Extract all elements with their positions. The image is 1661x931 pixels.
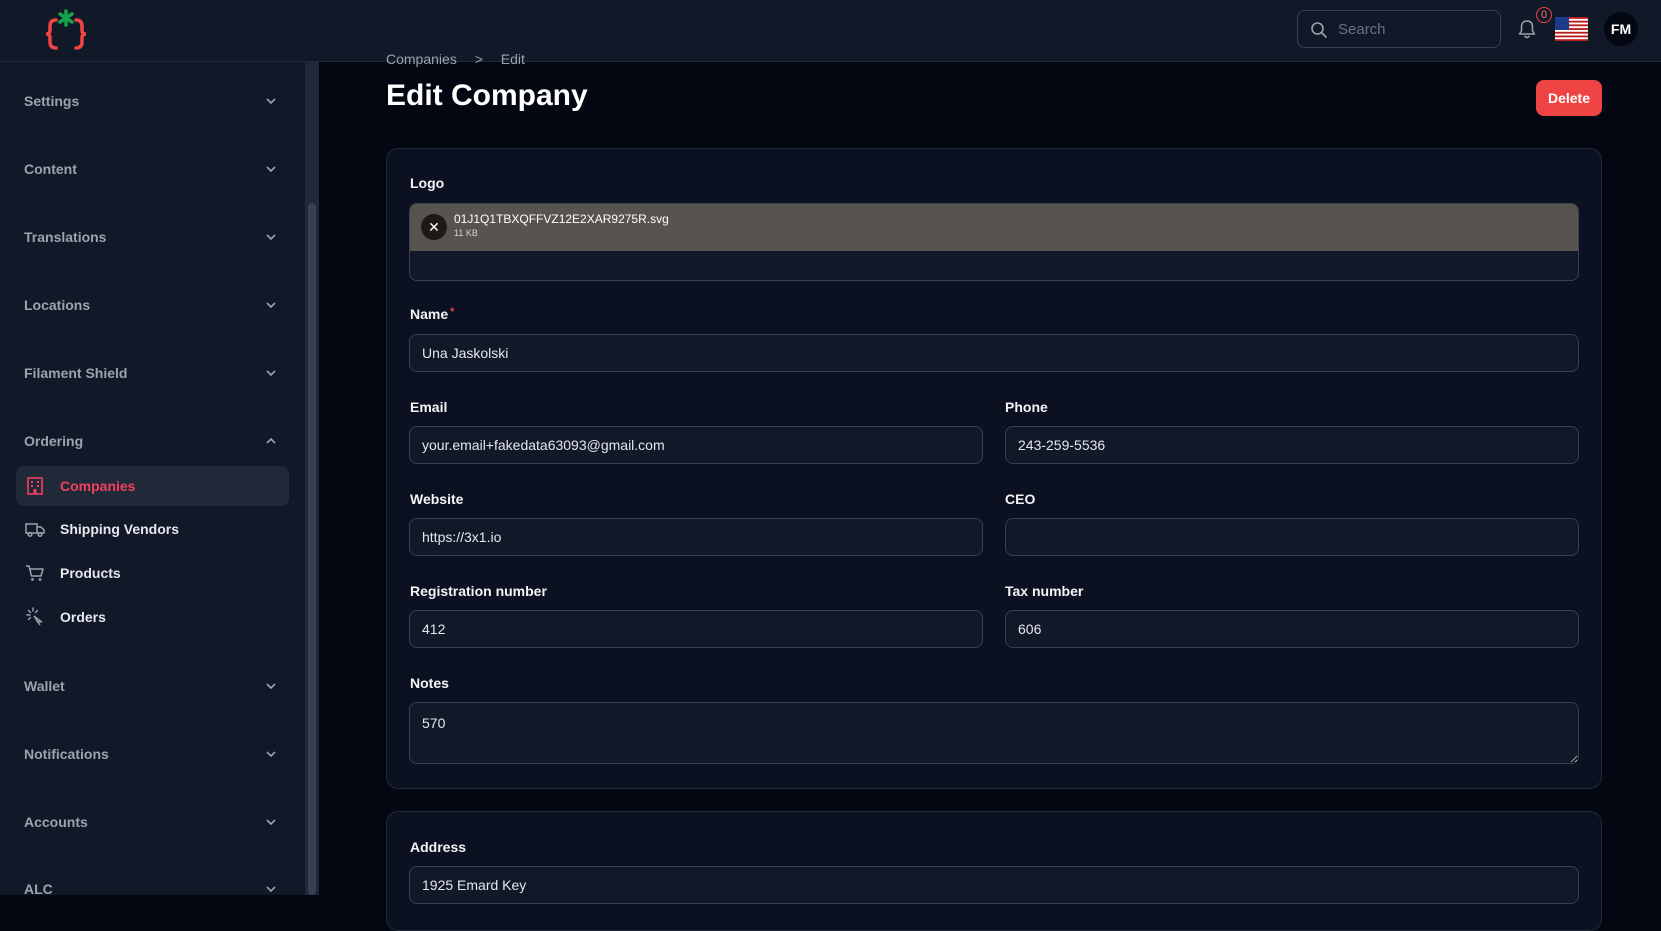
sidebar-scrollbar-thumb[interactable] (308, 203, 316, 895)
address-label: Address (410, 839, 467, 855)
sidebar-group-content[interactable]: Content (24, 157, 279, 181)
chevron-down-icon (266, 683, 276, 690)
tax-number-label: Tax number (1005, 583, 1084, 599)
chevron-up-icon (266, 437, 276, 444)
search-input[interactable] (1338, 11, 1493, 47)
sidebar-group-label: Notifications (24, 746, 109, 762)
sidebar-group-label: Settings (24, 93, 80, 109)
sidebar-group-settings[interactable]: Settings (24, 89, 279, 113)
sidebar-group-label: Content (24, 161, 77, 177)
sidebar-item-orders[interactable]: Orders (16, 597, 289, 637)
sidebar-group-accounts[interactable]: Accounts (24, 810, 279, 834)
search-icon (1311, 22, 1327, 38)
sidebar-group-notifications[interactable]: Notifications (24, 742, 279, 766)
breadcrumb-current: Edit (500, 51, 525, 67)
notes-field[interactable]: 570 (409, 702, 1579, 764)
truck-icon (25, 523, 45, 538)
sidebar-item-label: Shipping Vendors (60, 521, 180, 537)
sidebar-group-locations[interactable]: Locations (24, 293, 279, 317)
name-label: Name * (410, 306, 454, 322)
sidebar-group-wallet[interactable]: Wallet (24, 674, 279, 698)
bell-icon[interactable] (1516, 18, 1538, 40)
breadcrumb-separator-icon: > (474, 51, 483, 67)
chevron-down-icon (266, 98, 276, 105)
name-field[interactable] (409, 334, 1579, 372)
us-flag-icon[interactable] (1555, 17, 1588, 41)
breadcrumb: Companies > Edit (386, 51, 539, 67)
chevron-down-icon (266, 819, 276, 826)
name-label-text: Name (410, 306, 449, 322)
sidebar-group-filament-shield[interactable]: Filament Shield (24, 361, 279, 385)
sidebar-item-products[interactable]: Products (16, 553, 289, 593)
sidebar-group-label: Translations (24, 229, 107, 245)
delete-button[interactable]: Delete (1536, 80, 1602, 116)
notification-count-badge: 0 (1536, 7, 1552, 23)
tax-number-field[interactable] (1005, 610, 1579, 648)
sidebar-item-shipping-vendors[interactable]: Shipping Vendors (16, 509, 289, 549)
ceo-label: CEO (1005, 491, 1036, 507)
website-field[interactable] (409, 518, 983, 556)
sidebar-group-label: Locations (24, 297, 91, 313)
brand-logo[interactable] (42, 8, 90, 52)
phone-label: Phone (1005, 399, 1048, 415)
uploaded-file-name: 01J1Q1TBXQFFVZ12E2XAR9275R.svg (454, 212, 669, 226)
sidebar-item-companies[interactable]: Companies (16, 466, 289, 506)
required-marker: * (450, 306, 455, 318)
email-label: Email (410, 399, 448, 415)
sidebar-group-label: Ordering (24, 433, 84, 449)
global-search[interactable] (1297, 10, 1501, 48)
breadcrumb-companies-link[interactable]: Companies (386, 51, 457, 67)
logo-label: Logo (410, 175, 445, 191)
phone-field[interactable] (1005, 426, 1579, 464)
registration-number-label: Registration number (410, 583, 547, 599)
sidebar-item-label: Products (60, 565, 121, 581)
email-field[interactable] (409, 426, 983, 464)
sidebar-group-label: Wallet (24, 678, 65, 694)
chevron-down-icon (266, 166, 276, 173)
sidebar-group-alc[interactable]: ALC (24, 877, 279, 901)
registration-number-field[interactable] (409, 610, 983, 648)
chevron-down-icon (266, 751, 276, 758)
sidebar-group-label: Accounts (24, 814, 88, 830)
uploaded-file-size: 11 KB (454, 228, 478, 238)
user-avatar[interactable]: FM (1604, 12, 1638, 46)
sidebar-group-translations[interactable]: Translations (24, 225, 279, 249)
remove-file-button[interactable]: ✕ (421, 214, 447, 240)
sidebar-group-label: Filament Shield (24, 365, 128, 381)
top-bar: 0 FM (0, 0, 1661, 62)
sidebar-item-label: Orders (60, 609, 106, 625)
website-label: Website (410, 491, 464, 507)
chevron-down-icon (266, 302, 276, 309)
sidebar-group-ordering[interactable]: Ordering (24, 429, 279, 453)
chevron-down-icon (266, 370, 276, 377)
address-field[interactable] (409, 866, 1579, 904)
chevron-down-icon (266, 234, 276, 241)
uploaded-file-item: ✕ 01J1Q1TBXQFFVZ12E2XAR9275R.svg 11 KB (410, 204, 1578, 251)
notes-label: Notes (410, 675, 449, 691)
cart-icon (26, 565, 44, 581)
sidebar-item-label: Companies (60, 478, 136, 494)
cursor-click-icon (26, 607, 43, 626)
page-title: Edit Company (386, 79, 588, 112)
building-icon (27, 477, 43, 495)
ceo-field[interactable] (1005, 518, 1579, 556)
